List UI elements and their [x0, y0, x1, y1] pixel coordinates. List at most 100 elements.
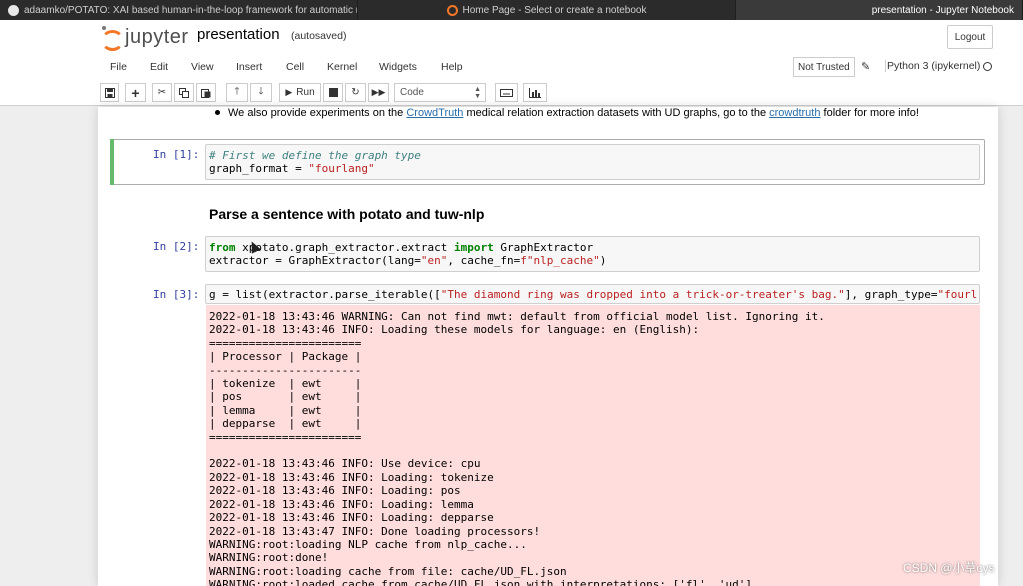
- arrow-up-icon: 🡑: [234, 86, 240, 97]
- run-button[interactable]: ▶ Run: [279, 83, 321, 102]
- jupyter-logo-text: jupyter: [125, 25, 189, 48]
- arrow-down-icon: 🡓: [258, 86, 264, 97]
- jupyter-logo[interactable]: jupyter: [100, 23, 189, 51]
- insert-cell-button[interactable]: +: [125, 83, 146, 102]
- paste-button[interactable]: [196, 83, 216, 102]
- bullet-text: folder for more info!: [820, 107, 919, 119]
- code-string: "en": [420, 254, 448, 268]
- jupyter-header: jupyter presentation (autosaved) Logout …: [0, 20, 1023, 106]
- crowdtruth-link[interactable]: CrowdTruth: [406, 107, 463, 119]
- play-icon: ▶: [285, 87, 293, 97]
- code-string: f"nlp_cache": [520, 254, 600, 268]
- output-line: WARNING:root:loading NLP cache from nlp_…: [209, 537, 527, 551]
- crowdtruth-folder-link[interactable]: crowdtruth: [769, 107, 820, 119]
- code-input[interactable]: g = list(extractor.parse_iterable(["The …: [205, 284, 980, 304]
- code-comment: # First we define the graph type: [209, 149, 421, 162]
- output-line: =======================: [209, 430, 362, 444]
- notebook-title[interactable]: presentation: [197, 26, 280, 43]
- menu-file[interactable]: File: [110, 61, 127, 73]
- restart-icon: ↻: [351, 87, 360, 98]
- bullet-icon: [215, 109, 220, 115]
- output-line: | lemma | ewt |: [209, 403, 362, 417]
- bar-chart-icon: [529, 87, 541, 98]
- watermark: CSDN @小草cys: [903, 561, 995, 575]
- save-status: (autosaved): [291, 30, 347, 42]
- copy-button[interactable]: [174, 83, 194, 102]
- move-down-button[interactable]: 🡓: [250, 83, 272, 102]
- browser-tab-label: Home Page - Select or create a notebook: [462, 4, 647, 16]
- cell-prompt: In [3]:: [153, 288, 200, 301]
- bullet-text: medical relation extraction datasets wit…: [463, 107, 770, 119]
- code-text: xpotato.graph_extractor.extract: [235, 241, 455, 254]
- code-string: "The diamond ring was dropped into a tri…: [440, 288, 845, 301]
- code-text: ], graph_type=: [844, 288, 938, 301]
- menu-edit[interactable]: Edit: [150, 61, 168, 73]
- select-arrows-icon: ▲ ▼: [474, 86, 481, 100]
- restart-button[interactable]: ↻: [345, 83, 366, 102]
- jupyter-logo-icon: [100, 26, 124, 51]
- browser-tab-label: presentation - Jupyter Notebook: [871, 4, 1014, 16]
- notebook-container: We also provide experiments on the Crowd…: [98, 107, 998, 586]
- toolbar: + ✂ 🡑 🡓 ▶ Run ↻ ▶▶ Code ▲ ▼: [98, 83, 998, 103]
- output-line: =======================: [209, 336, 362, 350]
- output-line: 2022-01-18 13:43:46 INFO: Loading: lemma: [209, 497, 474, 511]
- output-line: 2022-01-18 13:43:46 INFO: Loading these …: [209, 323, 700, 337]
- logout-button[interactable]: Logout: [947, 25, 993, 49]
- interrupt-button[interactable]: [323, 83, 343, 102]
- browser-tab-label: adaamko/POTATO: XAI based human-in-the-l…: [24, 4, 358, 16]
- browser-tab-github[interactable]: adaamko/POTATO: XAI based human-in-the-l…: [0, 0, 358, 20]
- code-input[interactable]: from xpotato.graph_extractor.extract imp…: [205, 236, 980, 272]
- paste-icon: [201, 88, 211, 98]
- output-line: WARNING:root:loaded cache from cache/UD_…: [209, 578, 753, 586]
- code-text: extractor = GraphExtractor(lang=: [209, 254, 421, 268]
- output-line: WARNING:root:done!: [209, 551, 329, 565]
- command-palette-button[interactable]: [495, 83, 518, 102]
- menu-cell[interactable]: Cell: [286, 61, 304, 73]
- save-button[interactable]: [100, 83, 119, 102]
- run-label: Run: [296, 87, 315, 98]
- output-line: | tokenize | ewt |: [209, 377, 362, 391]
- browser-tab-presentation[interactable]: presentation - Jupyter Notebook: [736, 0, 1023, 20]
- output-line: | depparse | ewt |: [209, 417, 362, 431]
- code-text: , cache_fn=: [447, 254, 521, 268]
- github-icon: [8, 4, 19, 16]
- code-input[interactable]: # First we define the graph type graph_f…: [205, 144, 980, 180]
- output-line: 2022-01-18 13:43:47 INFO: Done loading p…: [209, 524, 541, 538]
- cell-selection-indicator: [110, 139, 114, 185]
- menu-widgets[interactable]: Widgets: [379, 61, 417, 73]
- output-line: 2022-01-18 13:43:46 INFO: Loading: pos: [209, 484, 461, 498]
- output-line: | pos | ewt |: [209, 390, 362, 404]
- cell-prompt: In [2]:: [153, 240, 200, 253]
- restart-run-all-button[interactable]: ▶▶: [368, 83, 389, 102]
- kernel-name[interactable]: Python 3 (ipykernel): [885, 60, 980, 72]
- markdown-bullet: We also provide experiments on the Crowd…: [215, 107, 919, 119]
- kernel-status-icon: [983, 62, 992, 71]
- menu-insert[interactable]: Insert: [236, 61, 262, 73]
- stop-icon: [328, 88, 338, 97]
- menu-view[interactable]: View: [191, 61, 214, 73]
- code-text: ): [599, 254, 607, 268]
- menu-bar: File Edit View Insert Cell Kernel Widget…: [98, 54, 998, 80]
- code-text: GraphExtractor: [493, 241, 594, 254]
- cell-type-select[interactable]: Code ▲ ▼: [394, 83, 486, 102]
- save-icon: [104, 87, 115, 98]
- output-line: 2022-01-18 13:43:46 INFO: Use device: cp…: [209, 457, 481, 471]
- output-line: 2022-01-18 13:43:46 INFO: Loading: token…: [209, 470, 494, 484]
- move-up-button[interactable]: 🡑: [226, 83, 248, 102]
- trust-status-button[interactable]: Not Trusted: [793, 57, 855, 77]
- output-line: WARNING:root:loading cache from file: ca…: [209, 564, 567, 578]
- chart-button[interactable]: [523, 83, 547, 102]
- edit-pencil-icon[interactable]: ✎: [861, 60, 870, 73]
- code-string: "fourlang": [308, 162, 375, 176]
- browser-tab-bar: adaamko/POTATO: XAI based human-in-the-l…: [0, 0, 1023, 20]
- output-line: 2022-01-18 13:43:46 WARNING: Can not fin…: [209, 310, 825, 323]
- code-keyword: from: [209, 241, 236, 254]
- menu-help[interactable]: Help: [441, 61, 463, 73]
- menu-kernel[interactable]: Kernel: [327, 61, 357, 73]
- cut-button[interactable]: ✂: [152, 83, 172, 102]
- browser-tab-home[interactable]: Home Page - Select or create a notebook: [358, 0, 736, 20]
- plus-icon: +: [131, 84, 140, 101]
- output-line: 2022-01-18 13:43:46 INFO: Loading: deppa…: [209, 511, 494, 525]
- keyboard-icon: [500, 88, 513, 97]
- output-line: -----------------------: [209, 363, 362, 377]
